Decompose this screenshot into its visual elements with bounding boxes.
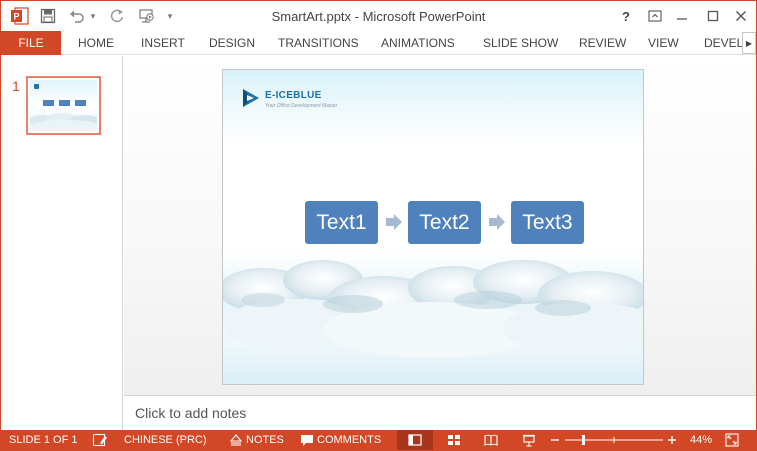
tab-review[interactable]: REVIEW — [579, 31, 626, 55]
comment-icon[interactable] — [300, 430, 314, 450]
thumbnail-clouds — [30, 113, 97, 131]
cloud-background-image — [223, 260, 643, 358]
minimize-icon[interactable] — [668, 4, 696, 28]
tab-animations[interactable]: ANIMATIONS — [381, 31, 455, 55]
thumbnail-logo-icon — [34, 84, 39, 89]
status-bar: SLIDE 1 OF 1 CHINESE (PRC) NOTES COMMENT… — [1, 430, 756, 450]
smartart-arrow-icon — [489, 214, 505, 230]
thumbnail-number: 1 — [12, 78, 20, 94]
e-iceblue-logo-icon — [243, 89, 259, 107]
slide-canvas[interactable]: E-ICEBLUE Your Office Development Master — [222, 69, 644, 385]
tab-file[interactable]: FILE — [1, 31, 61, 55]
notes-toggle-button[interactable]: NOTES — [246, 430, 284, 450]
language-indicator[interactable]: CHINESE (PRC) — [124, 430, 207, 450]
zoom-slider-thumb[interactable] — [582, 435, 585, 445]
slide-indicator[interactable]: SLIDE 1 OF 1 — [9, 430, 77, 450]
powerpoint-window: P ▾ ▾ SmartArt.pptx - Microsoft PowerPoi… — [0, 0, 757, 451]
ribbon-tab-bar: FILE HOME INSERT DESIGN TRANSITIONS ANIM… — [1, 31, 756, 55]
tab-home[interactable]: HOME — [78, 31, 114, 55]
normal-view-icon[interactable] — [408, 430, 422, 450]
slide-thumbnail[interactable] — [26, 76, 101, 135]
smartart-arrow-icon — [386, 214, 402, 230]
spelling-check-icon[interactable] — [92, 430, 108, 450]
help-button[interactable]: ? — [612, 4, 640, 28]
notes-placeholder: Click to add notes — [135, 405, 247, 421]
tab-transitions[interactable]: TRANSITIONS — [278, 31, 359, 55]
tab-design[interactable]: DESIGN — [209, 31, 255, 55]
tab-slide-show[interactable]: SLIDE SHOW — [483, 31, 558, 55]
zoom-slider-track — [565, 435, 663, 445]
zoom-out-icon[interactable] — [550, 430, 560, 450]
slide-thumbnail-pane: 1 — [1, 56, 123, 430]
zoom-level[interactable]: 44% — [690, 430, 712, 450]
logo-name: E-ICEBLUE — [265, 90, 322, 101]
ribbon-scroll-right-icon[interactable]: ▶ — [742, 32, 756, 54]
close-icon[interactable] — [727, 4, 755, 28]
logo-tagline: Your Office Development Master — [265, 103, 338, 109]
slide-sorter-view-icon[interactable] — [447, 430, 461, 450]
notes-toggle-icon[interactable] — [229, 430, 243, 450]
slide-editing-area: E-ICEBLUE Your Office Development Master — [124, 56, 756, 395]
notes-pane[interactable]: Click to add notes — [124, 395, 756, 430]
thumbnail-smartart-box — [43, 100, 54, 106]
title-bar: P ▾ ▾ SmartArt.pptx - Microsoft PowerPoi… — [1, 1, 756, 31]
comments-toggle-button[interactable]: COMMENTS — [317, 430, 381, 450]
tab-view[interactable]: VIEW — [648, 31, 679, 55]
ribbon-display-options-icon[interactable] — [641, 4, 669, 28]
fit-slide-to-window-icon[interactable] — [725, 430, 739, 450]
zoom-slider[interactable] — [565, 430, 663, 450]
reading-view-icon[interactable] — [484, 430, 498, 450]
slide-thumbnail-preview — [30, 80, 97, 131]
maximize-icon[interactable] — [699, 4, 727, 28]
thumbnail-smartart-box — [75, 100, 86, 106]
slide-show-view-icon[interactable] — [522, 430, 536, 450]
tab-insert[interactable]: INSERT — [141, 31, 185, 55]
zoom-in-icon[interactable] — [667, 430, 677, 450]
smartart-box-text3[interactable]: Text3 — [511, 201, 584, 244]
smartart-box-text1[interactable]: Text1 — [305, 201, 378, 244]
thumbnail-smartart-box — [59, 100, 70, 106]
smartart-box-text2[interactable]: Text2 — [408, 201, 481, 244]
